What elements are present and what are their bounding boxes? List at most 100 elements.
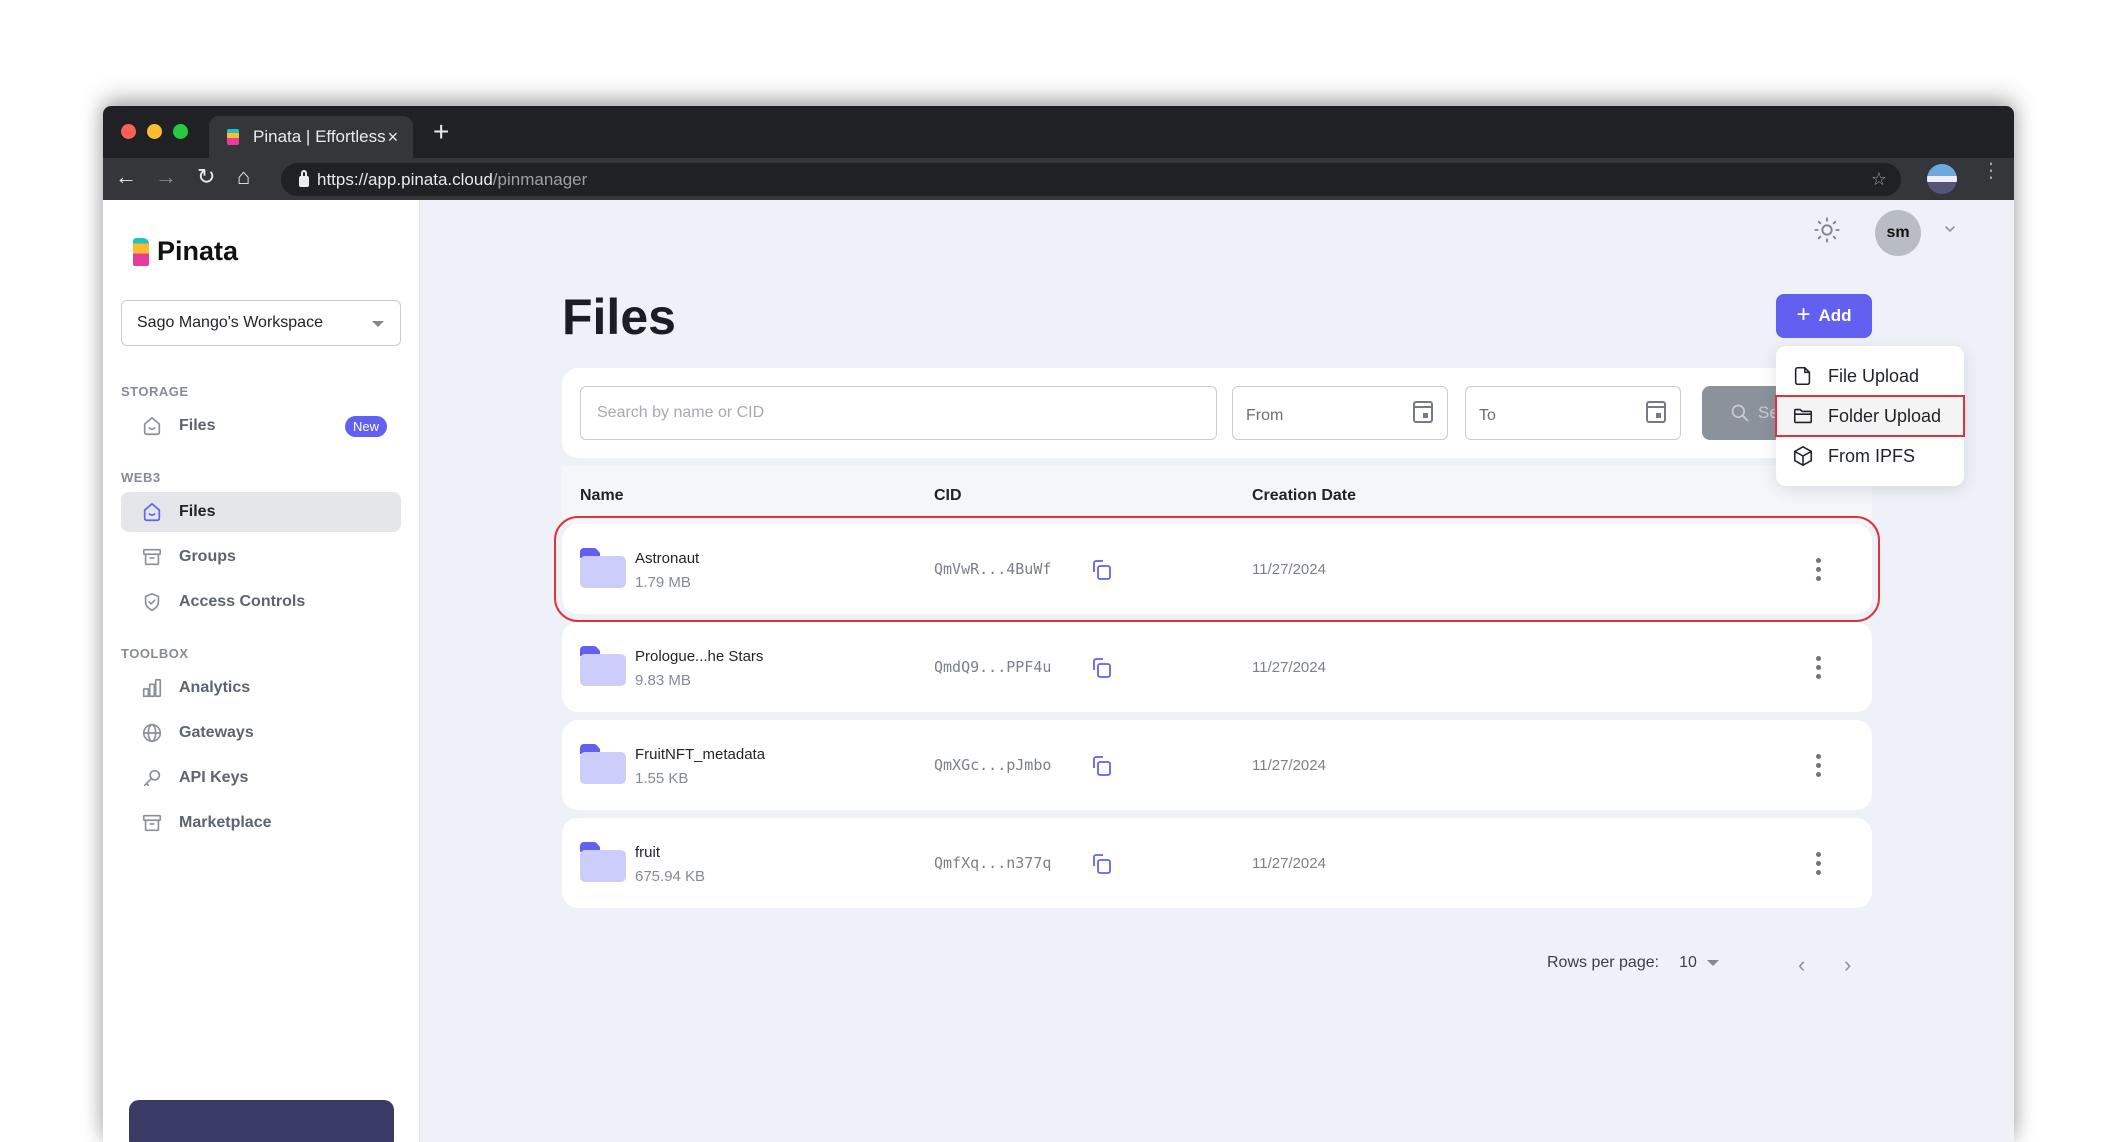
filter-bar: From To Search [562, 368, 1872, 458]
menu-item-from-ipfs[interactable]: From IPFS [1776, 436, 1964, 476]
shield-check-icon [141, 591, 163, 613]
file-size: 9.83 MB [635, 672, 691, 689]
forward-icon[interactable]: → [155, 164, 177, 190]
bookmark-star-icon[interactable]: ☆ [1871, 169, 1887, 190]
logo-text: Pinata [157, 236, 239, 266]
sidebar-item-groups[interactable]: Groups [121, 537, 401, 577]
sidebar-item-web3-files[interactable]: Files [121, 492, 401, 532]
file-cid: QmfXq...n377q [934, 854, 1052, 872]
file-size: 675.94 KB [635, 868, 706, 885]
reload-icon[interactable]: ↻ [197, 164, 215, 190]
to-date-field[interactable]: To [1465, 386, 1681, 440]
file-name[interactable]: FruitNFT_metadata [635, 746, 765, 763]
to-label: To [1479, 407, 1496, 424]
tab-close-icon[interactable]: × [388, 127, 399, 148]
tab-title: Pinata | Effortless [253, 127, 386, 146]
column-header-cid[interactable]: CID [934, 487, 962, 505]
section-label-storage: STORAGE [121, 384, 189, 399]
copy-icon[interactable] [1090, 558, 1114, 582]
rows-per-page-select[interactable]: 10 [1679, 954, 1697, 972]
file-size: 1.79 MB [635, 574, 691, 591]
minimize-window-button[interactable] [147, 124, 162, 139]
browser-tab-bar: Pinata | Effortless × + [103, 106, 2014, 158]
rows-per-page-label: Rows per page: [1547, 954, 1660, 971]
menu-item-label: Folder Upload [1828, 405, 1942, 426]
browser-window: Pinata | Effortless × + ← → ↻ ⌂ https://… [103, 106, 2014, 1142]
plus-icon: + [1796, 301, 1811, 328]
sidebar-item-storage-files[interactable]: Files New [121, 406, 401, 446]
folder-icon [580, 744, 626, 784]
user-avatar[interactable]: sm [1875, 210, 1921, 256]
column-header-name[interactable]: Name [580, 487, 624, 505]
workspace-name: Sago Mango's Workspace [137, 314, 323, 331]
from-date-field[interactable]: From [1232, 386, 1448, 440]
section-label-web3: WEB3 [121, 470, 161, 485]
browser-tab[interactable]: Pinata | Effortless × [209, 116, 413, 158]
file-name[interactable]: Astronaut [635, 550, 699, 567]
pinata-logo[interactable]: Pinata [133, 236, 238, 267]
column-header-creation-date[interactable]: Creation Date [1252, 487, 1356, 505]
home-icon[interactable]: ⌂ [237, 164, 250, 190]
file-cid: QmXGc...pJmbo [934, 756, 1052, 774]
file-name[interactable]: Prologue...he Stars [635, 648, 763, 665]
url-bar[interactable]: https://app.pinata.cloud /pinmanager ☆ [281, 163, 1901, 196]
sidebar-item-gateways[interactable]: Gateways [121, 713, 401, 753]
pinata-logo-icon [133, 237, 149, 266]
add-button[interactable]: + Add [1776, 294, 1872, 338]
folder-icon [1793, 408, 1813, 424]
next-page-button[interactable]: › [1844, 952, 1864, 977]
table-row[interactable]: FruitNFT_metadata 1.55 KB QmXGc...pJmbo 11/… [562, 720, 1872, 810]
search-icon [1731, 404, 1749, 422]
folder-icon [580, 842, 626, 882]
copy-icon[interactable] [1090, 852, 1114, 876]
sidebar-item-label: Files [179, 417, 216, 434]
more-options-icon[interactable] [1809, 554, 1827, 584]
menu-item-folder-upload[interactable]: Folder Upload [1775, 395, 1965, 437]
main-content: sm Files From To Search [420, 200, 2014, 1142]
copy-icon[interactable] [1090, 754, 1114, 778]
url-path: /pinmanager [492, 169, 588, 189]
back-icon[interactable]: ← [115, 164, 137, 190]
more-options-icon[interactable] [1809, 750, 1827, 780]
key-icon [141, 767, 163, 789]
workspace-select[interactable]: Sago Mango's Workspace [121, 300, 401, 346]
file-icon [1794, 366, 1811, 386]
close-window-button[interactable] [121, 124, 136, 139]
table-header: Name CID Creation Date [562, 466, 1872, 526]
sidebar-item-api-keys[interactable]: API Keys [121, 758, 401, 798]
calendar-icon[interactable] [1646, 401, 1666, 423]
maximize-window-button[interactable] [173, 124, 188, 139]
pinata-favicon-icon [227, 129, 239, 145]
file-cid: QmdQ9...PPF4u [934, 658, 1052, 676]
sun-icon[interactable] [1813, 216, 1841, 244]
new-tab-button[interactable]: + [433, 116, 449, 148]
sidebar-item-access-controls[interactable]: Access Controls [121, 582, 401, 622]
more-options-icon[interactable] [1809, 652, 1827, 682]
file-name[interactable]: fruit [635, 844, 660, 861]
section-label-toolbox: TOOLBOX [121, 646, 189, 661]
table-row[interactable]: Prologue...he Stars 9.83 MB QmdQ9...PPF4u 1… [562, 622, 1872, 712]
cube-icon [1793, 446, 1813, 466]
table-row[interactable]: fruit 675.94 KB QmfXq...n377q 11/27/2024 [562, 818, 1872, 908]
archive-icon [141, 546, 163, 568]
file-size: 1.55 KB [635, 770, 689, 787]
creation-date: 11/27/2024 [1252, 757, 1326, 774]
lock-icon [299, 170, 309, 187]
sidebar-bottom-button[interactable] [129, 1100, 394, 1142]
search-input[interactable] [580, 386, 1217, 440]
previous-page-button[interactable]: ‹ [1798, 952, 1818, 977]
chevron-down-icon[interactable] [1943, 222, 1957, 236]
calendar-icon[interactable] [1413, 401, 1433, 423]
browser-menu-icon[interactable]: ⋮ [1981, 161, 2001, 181]
menu-item-file-upload[interactable]: File Upload [1776, 356, 1964, 396]
sidebar-item-marketplace[interactable]: Marketplace [121, 803, 401, 843]
caret-down-icon[interactable] [1706, 960, 1719, 966]
more-options-icon[interactable] [1809, 848, 1827, 878]
archive-icon [141, 812, 163, 834]
table-row[interactable]: Astronaut 1.79 MB QmVwR...4BuWf 11/27/2024 [554, 516, 1880, 622]
copy-icon[interactable] [1090, 656, 1114, 680]
folder-icon [580, 646, 626, 686]
sidebar-item-analytics[interactable]: Analytics [121, 668, 401, 708]
browser-profile-avatar[interactable] [1927, 164, 1957, 194]
sidebar-item-label: Analytics [179, 679, 251, 696]
